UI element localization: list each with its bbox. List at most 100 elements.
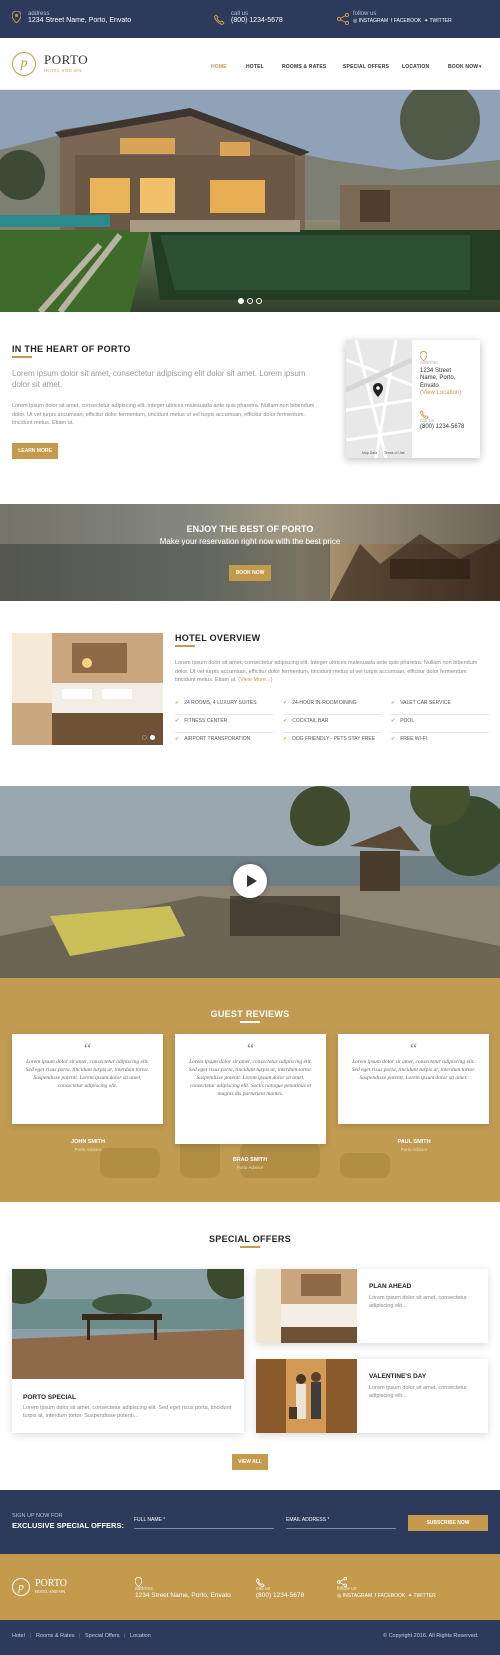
- card-phone[interactable]: (800) 1234-5678: [420, 424, 464, 430]
- nav-rooms-rates[interactable]: ROOMS & RATES: [282, 64, 326, 70]
- map-terms-link[interactable]: Terms of Use: [384, 451, 405, 455]
- nav-hotel[interactable]: HOTEL: [246, 64, 264, 70]
- facebook-icon: f: [374, 1593, 377, 1599]
- footer-link-location[interactable]: Location: [130, 1633, 151, 1639]
- reviewer-role: Porto Advisor: [236, 1165, 264, 1170]
- banner-subtitle: Make your reservation right now with the…: [159, 537, 341, 546]
- offer-text: Lorem ipsum dolor sit amet, consectetur …: [369, 1385, 467, 1399]
- amenity-item: ✔ AIRPORT TRANSPORATION: [175, 736, 251, 742]
- facebook-icon: f: [390, 18, 393, 24]
- check-icon: ✔: [175, 700, 180, 706]
- card-address-label: address: [420, 360, 438, 366]
- check-icon: ✔: [175, 736, 180, 742]
- slide-dot-2[interactable]: [247, 298, 253, 304]
- footer-call-label: call us: [256, 1586, 271, 1592]
- quote-icon: “: [83, 1041, 92, 1058]
- facebook-link[interactable]: FACEBOOK: [394, 18, 422, 24]
- quote-icon: “: [409, 1041, 418, 1058]
- map-data-label: Map Data: [362, 451, 378, 455]
- banner-title: ENJOY THE BEST OF PORTO: [186, 524, 314, 534]
- copyright: © Copyright 2016. All Rights Reserved.: [383, 1633, 479, 1639]
- footer-logo-icon[interactable]: p: [12, 1578, 30, 1596]
- review-text: Lorem ipsum dolor sit amet, consectetur …: [351, 1059, 476, 1081]
- nav-book-now[interactable]: BOOK NOW: [448, 64, 478, 70]
- nav-home[interactable]: HOME: [211, 64, 227, 70]
- slide-dot-3[interactable]: [256, 298, 262, 304]
- logo-icon[interactable]: p: [12, 52, 36, 76]
- reservation-banner: ENJOY THE BEST OF PORTO Make your reserv…: [0, 504, 500, 601]
- quote-icon: “: [246, 1041, 255, 1058]
- phone-icon: [213, 12, 225, 30]
- room-slider[interactable]: [12, 633, 163, 745]
- offer-text: Lorem ipsum dolor sit amet, consectetur …: [23, 1405, 232, 1419]
- share-icon: [336, 12, 350, 30]
- twitter-link[interactable]: TWITTER: [430, 18, 452, 24]
- footer-facebook-link[interactable]: FACEBOOK: [378, 1593, 406, 1599]
- amenity-item: ✔ FITNESS CENTER: [175, 718, 273, 733]
- instagram-link[interactable]: INSTAGRAM: [359, 18, 388, 24]
- signup-big: EXCLUSIVE SPECIAL OFFERS:: [12, 1521, 124, 1530]
- slide-dot-1[interactable]: [238, 298, 244, 304]
- amenity-item: ✔ DOG FRIENDLY - PETS STAY FREE: [283, 736, 376, 742]
- amenity-item: ✔ VALET CAR SERVICE: [391, 700, 489, 715]
- nav-special-offers[interactable]: SPECIAL OFFERS: [343, 64, 389, 70]
- footer-link-rooms[interactable]: Rooms & Rates: [36, 1633, 75, 1639]
- signup-small: SIGN UP NOW FOR: [12, 1513, 63, 1519]
- footer-twitter-link[interactable]: TWITTER: [414, 1593, 436, 1599]
- footer-divider: |: [124, 1633, 126, 1639]
- offer-card[interactable]: VALENTINE'S DAY Lorem ipsum dolor sit am…: [256, 1359, 488, 1433]
- reviews-title: GUEST REVIEWS: [210, 1009, 290, 1019]
- footer-divider: |: [79, 1633, 81, 1639]
- reviewer-name: PAUL SMITH: [397, 1139, 431, 1145]
- offer-title: PORTO SPECIAL: [23, 1394, 76, 1401]
- intro-title: IN THE HEART OF PORTO: [12, 344, 131, 354]
- check-icon: ✔: [283, 718, 288, 724]
- learn-more-button[interactable]: LEARN MORE: [12, 443, 58, 459]
- logo-text[interactable]: PORTO: [44, 52, 88, 68]
- reviewer-role: Porto Advisor: [74, 1147, 102, 1152]
- map-pin-icon: [11, 10, 22, 28]
- play-icon: [247, 875, 257, 887]
- footer-logo-subtitle: HOTEL AND SPA: [35, 1589, 66, 1594]
- email-label: EMAIL ADDRESS *: [286, 1517, 330, 1523]
- full-name-input[interactable]: [134, 1528, 274, 1529]
- room-slide-dot-1[interactable]: [142, 735, 147, 740]
- email-input[interactable]: [286, 1528, 396, 1529]
- amenity-item: ✔ 24 ROOMS, 4 LUXURY SUITES: [175, 700, 273, 715]
- nav-location[interactable]: LOCATION: [402, 64, 429, 70]
- hero-image: [0, 90, 500, 312]
- play-button[interactable]: [233, 864, 267, 898]
- offer-card[interactable]: PLAN AHEAD Lorem ipsum dolor sit amet, c…: [256, 1269, 488, 1343]
- footer-logo-text[interactable]: PORTO: [35, 1578, 67, 1589]
- address-value: 1234 Street Name, Porto, Envato: [28, 17, 132, 24]
- twitter-icon: ✦: [407, 1593, 413, 1599]
- overview-body: Lorem ipsum dolor sit amet, consectetur …: [175, 659, 487, 685]
- card-address-line-2: Name, Porto,: [420, 375, 456, 381]
- overview-body-text: Lorem ipsum dolor sit amet, consectetur …: [175, 660, 478, 683]
- footer-address-label: address: [135, 1586, 153, 1592]
- book-now-button[interactable]: BOOK NOW: [229, 565, 271, 581]
- check-icon: ✔: [391, 718, 396, 724]
- subscribe-button[interactable]: SUBSCRIBE NOW: [408, 1515, 488, 1531]
- room-slide-dot-2[interactable]: [150, 735, 155, 740]
- review-card: “ Lorem ipsum dolor sit amet, consectetu…: [338, 1034, 489, 1124]
- footer-link-hotel[interactable]: Hotel: [12, 1633, 25, 1639]
- footer-divider: |: [30, 1633, 32, 1639]
- view-more-link[interactable]: (View More...): [238, 677, 272, 683]
- offer-card-main[interactable]: PORTO SPECIAL Lorem ipsum dolor sit amet…: [0, 1249, 257, 1433]
- full-name-label: FULL NAME *: [134, 1517, 166, 1523]
- footer-link-offers[interactable]: Special Offers: [85, 1633, 119, 1639]
- footer-call-value[interactable]: (800) 1234-5678: [256, 1592, 304, 1599]
- footer-contact: p PORTO HOTEL AND SPA address 1234 Stree…: [0, 1554, 500, 1620]
- view-all-button[interactable]: VIEW ALL: [232, 1454, 268, 1470]
- logo-subtitle: HOTEL AND SPA: [44, 68, 83, 73]
- footer-instagram-link[interactable]: INSTAGRAM: [343, 1593, 372, 1599]
- map-marker-icon[interactable]: [373, 383, 383, 402]
- view-location-link[interactable]: (View Location): [420, 390, 461, 398]
- offer-image: [256, 1359, 357, 1433]
- follow-label: follow us: [353, 11, 377, 17]
- hero-slider[interactable]: [0, 90, 500, 312]
- call-value[interactable]: (800) 1234-5678: [231, 17, 283, 24]
- twitter-icon: ✦: [423, 18, 429, 24]
- title-underline: [175, 645, 195, 647]
